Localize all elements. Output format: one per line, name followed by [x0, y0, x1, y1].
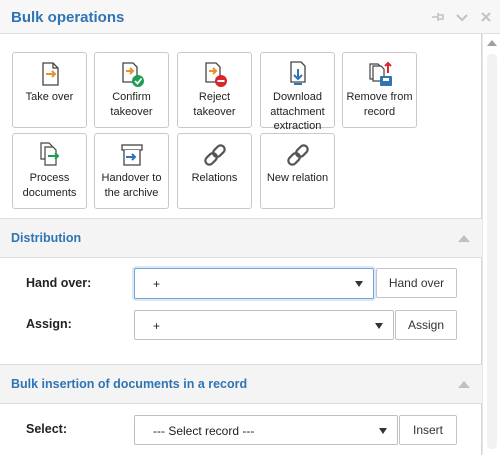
close-icon[interactable]	[478, 9, 494, 25]
tile-label: Process documents	[22, 172, 77, 199]
collapse-icon[interactable]	[458, 235, 470, 242]
take-over-tile[interactable]: Take over	[12, 52, 87, 128]
tile-label: Relations	[191, 172, 238, 184]
remove-from-record-tile[interactable]: Remove from record	[342, 52, 417, 128]
scroll-track[interactable]	[487, 54, 497, 449]
link-icon	[261, 141, 334, 169]
pin-icon[interactable]	[430, 9, 446, 25]
download-attachment-extraction-tile[interactable]: Download attachment extraction	[260, 52, 335, 132]
insert-button[interactable]: Insert	[399, 415, 457, 445]
tile-label: Remove from record	[346, 91, 413, 118]
relations-tile[interactable]: Relations	[177, 133, 252, 209]
select-value: +	[153, 319, 161, 333]
distribution-section-header[interactable]: Distribution	[0, 218, 482, 258]
section-title: Distribution	[11, 231, 82, 245]
handover-to-archive-tile[interactable]: Handover to the archive	[94, 133, 169, 209]
tile-label: New relation	[266, 172, 329, 184]
bulk-operations-panel: Bulk operations Take over Confirm takeov…	[0, 0, 500, 455]
dropdown-arrow-icon	[355, 281, 363, 287]
panel-header: Bulk operations	[0, 0, 500, 34]
assign-label: Assign:	[26, 317, 72, 331]
hand-over-select[interactable]: +	[134, 268, 374, 299]
download-icon	[261, 60, 334, 88]
take-over-icon	[13, 60, 86, 88]
link-icon	[178, 141, 251, 169]
select-value: --- Select record ---	[153, 424, 255, 438]
reject-takeover-icon	[178, 60, 251, 88]
archive-icon	[95, 141, 168, 169]
header-controls	[430, 9, 494, 25]
select-value: +	[153, 277, 161, 291]
record-select[interactable]: --- Select record ---	[134, 415, 398, 445]
process-documents-tile[interactable]: Process documents	[12, 133, 87, 209]
reject-takeover-tile[interactable]: Reject takeover	[177, 52, 252, 128]
tile-label: Download attachment extraction	[270, 91, 325, 132]
bulk-insertion-section-header[interactable]: Bulk insertion of documents in a record	[0, 364, 482, 404]
hand-over-label: Hand over:	[26, 276, 92, 290]
panel-title: Bulk operations	[11, 9, 125, 26]
confirm-takeover-icon	[95, 60, 168, 88]
confirm-takeover-tile[interactable]: Confirm takeover	[94, 52, 169, 128]
tile-label: Reject takeover	[193, 91, 236, 118]
hand-over-button[interactable]: Hand over	[376, 268, 457, 298]
select-label: Select:	[26, 422, 67, 436]
process-documents-icon	[13, 141, 86, 169]
new-relation-tile[interactable]: New relation	[260, 133, 335, 209]
assign-select[interactable]: +	[134, 310, 394, 340]
vertical-scrollbar[interactable]	[482, 34, 500, 455]
collapse-icon[interactable]	[458, 381, 470, 388]
tile-label: Confirm takeover	[110, 91, 153, 118]
assign-button[interactable]: Assign	[395, 310, 457, 340]
dropdown-arrow-icon	[379, 428, 387, 434]
tile-label: Handover to the archive	[101, 172, 162, 199]
tile-label: Take over	[25, 91, 74, 103]
scroll-up-icon[interactable]	[487, 40, 497, 46]
dropdown-arrow-icon	[375, 323, 383, 329]
remove-from-record-icon	[343, 60, 416, 88]
section-title: Bulk insertion of documents in a record	[11, 377, 248, 391]
chevron-down-icon[interactable]	[454, 9, 470, 25]
